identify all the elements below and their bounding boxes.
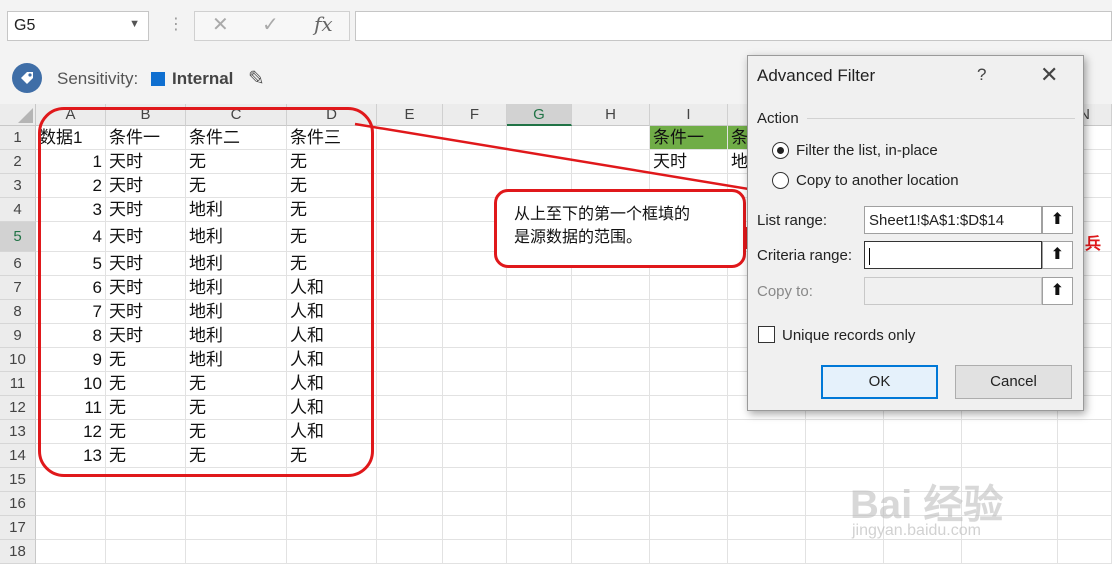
red-side-text: 兵 — [1085, 236, 1102, 253]
unique-records-checkbox[interactable] — [758, 326, 775, 343]
group-divider — [807, 118, 1075, 119]
filter-in-place-label[interactable]: Filter the list, in-place — [796, 142, 938, 159]
copy-to-location-label[interactable]: Copy to another location — [796, 172, 959, 189]
action-group-label: Action — [757, 110, 799, 127]
dialog-title: Advanced Filter — [757, 66, 876, 85]
copy-to-collapse-icon: ⬆ — [1042, 277, 1073, 305]
copy-to-label: Copy to: — [757, 283, 813, 300]
unique-records-label[interactable]: Unique records only — [782, 327, 915, 344]
list-range-collapse-icon[interactable]: ⬆ — [1042, 206, 1073, 234]
copy-to-input — [864, 277, 1042, 305]
annotation-callout: 从上至下的第一个框填的 是源数据的范围。 — [494, 189, 746, 268]
watermark-url: jingyan.baidu.com — [852, 522, 981, 539]
callout-line-1: 从上至下的第一个框填的 — [514, 206, 691, 223]
list-range-input[interactable]: Sheet1!$A$1:$D$14 — [864, 206, 1042, 234]
close-icon[interactable]: ✕ — [1040, 62, 1058, 88]
criteria-range-collapse-icon[interactable]: ⬆ — [1042, 241, 1073, 269]
help-icon[interactable]: ? — [977, 65, 986, 85]
cancel-button[interactable]: Cancel — [955, 365, 1072, 399]
ok-button[interactable]: OK — [821, 365, 938, 399]
list-range-label: List range: — [757, 212, 828, 229]
copy-to-location-radio[interactable] — [772, 172, 789, 189]
criteria-range-input[interactable] — [864, 241, 1042, 269]
filter-in-place-radio[interactable] — [772, 142, 789, 159]
callout-line-2: 是源数据的范围。 — [514, 229, 643, 246]
criteria-range-label: Criteria range: — [757, 247, 853, 264]
text-cursor — [869, 247, 870, 265]
